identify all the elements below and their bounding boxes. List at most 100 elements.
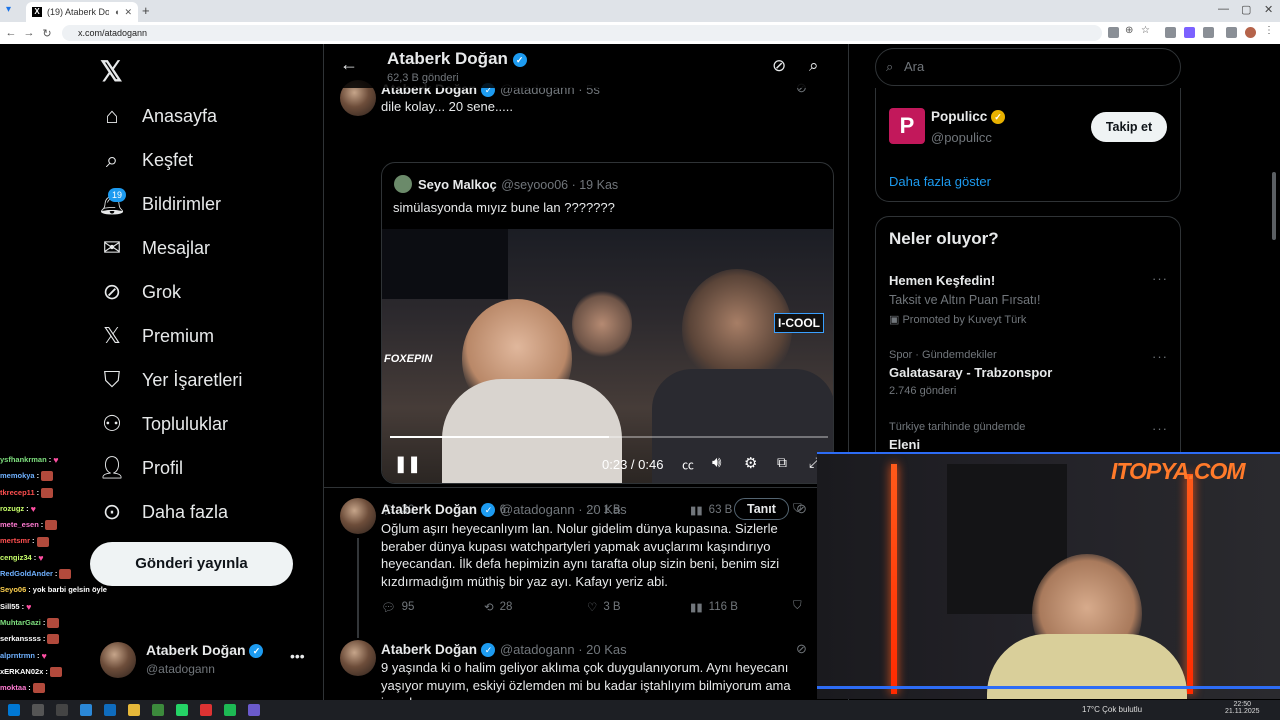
search-icon[interactable]: ⌕ (809, 56, 819, 76)
nav-item-explore[interactable]: ⌕ Keşfet (100, 147, 193, 172)
close-tab-icon[interactable]: ✕ (124, 7, 132, 18)
new-tab-button[interactable]: + (142, 3, 150, 18)
nav-item-bookmarks[interactable]: ⛉ Yer İşaretleri (100, 367, 243, 392)
chrome-icon[interactable] (152, 704, 164, 716)
browser-menu-icon[interactable]: ⋮ (1264, 25, 1275, 36)
volume-icon[interactable]: 🔊︎ (712, 454, 721, 471)
tweet-author-name[interactable]: Ataberk Doğan (381, 502, 477, 517)
trend-item-promoted[interactable]: Hemen Keşfedin! Taksit ve Altın Puan Fır… (876, 269, 1180, 329)
bookmark-button[interactable]: ⛉ (793, 600, 802, 613)
whatsapp-icon[interactable] (176, 704, 188, 716)
account-switcher[interactable]: Ataberk Doğan ✓ @atadogann ••• (100, 640, 310, 680)
trend-more-icon[interactable]: ··· (1152, 421, 1168, 436)
back-icon[interactable]: ← (2, 27, 20, 39)
browser-profile-avatar[interactable] (1245, 27, 1256, 38)
file-explorer-icon[interactable] (128, 704, 140, 716)
zoom-icon[interactable]: ⊕ (1125, 25, 1136, 36)
browser-tab-bar: ▾ X (19) Ataberk Doğan (@atad... ◖ ✕ + —… (0, 0, 1280, 22)
nav-item-premium[interactable]: 𝕏 Premium (100, 323, 214, 348)
captions-icon[interactable]: ㏄ (682, 456, 694, 473)
chat-message: moktaa: (0, 680, 110, 696)
nav-item-home[interactable]: ⌂ Anasayfa (100, 103, 217, 128)
tweet[interactable]: Ataberk Doğan ✓ @atadogann · 5s ⊘ dile k… (324, 80, 848, 517)
extension-icon-3[interactable] (1184, 27, 1195, 38)
tweet-author-name[interactable]: Ataberk Doğan (381, 642, 477, 657)
settings-gear-icon[interactable]: ⚙ (744, 454, 757, 472)
grok-explain-icon[interactable]: ⊘ (796, 641, 807, 657)
pause-icon[interactable]: ❚❚ (394, 454, 421, 474)
weather-widget[interactable]: 17°C Çok bulutlu (1082, 705, 1142, 714)
close-window-icon[interactable]: ✕ (1264, 3, 1273, 16)
chat-emote-icon: ♥ (26, 601, 32, 612)
chat-text: yok barbi gelsin öyle (32, 585, 107, 595)
reload-icon[interactable]: ↻ (38, 27, 56, 40)
start-icon[interactable] (8, 704, 20, 716)
tweet-avatar[interactable] (340, 640, 376, 676)
forward-icon[interactable]: → (20, 27, 38, 39)
video-progress-track[interactable] (390, 436, 828, 438)
task-view-icon[interactable] (56, 704, 68, 716)
like-button[interactable]: ♡ 3 B (587, 600, 621, 614)
extension-icon-2[interactable] (1165, 27, 1176, 38)
trend-more-icon[interactable]: ··· (1152, 271, 1168, 286)
grok-icon[interactable]: ⊘ (772, 56, 786, 76)
minimize-icon[interactable]: — (1218, 3, 1229, 15)
nav-label-more: Daha fazla (142, 501, 229, 522)
page-scrollbar[interactable] (1272, 172, 1276, 240)
bookmark-star-icon[interactable]: ☆ (1141, 25, 1152, 36)
sidebar-toggle-icon[interactable] (1226, 27, 1237, 38)
nav-item-grok[interactable]: ⊘ Grok (100, 279, 181, 304)
trend-meta: Türkiye tarihinde gündemde (889, 421, 1026, 433)
chat-username: tkrecep11 (0, 487, 35, 497)
trend-item[interactable]: Spor · Gündemdekiler Galatasaray - Trabz… (876, 345, 1180, 405)
post-button[interactable]: Gönderi yayınla (90, 542, 293, 586)
url-field[interactable]: x.com/atadogann (62, 25, 1102, 41)
chat-message: Sill55: ♥ (0, 599, 110, 615)
nav-item-messages[interactable]: ✉ Mesajlar (100, 235, 210, 260)
search-input[interactable]: ⌕ Ara (875, 48, 1181, 86)
tab-search-icon[interactable]: ▾ (6, 4, 11, 15)
follow-button[interactable]: Takip et (1091, 112, 1167, 142)
search-taskbar-icon[interactable] (32, 704, 44, 716)
notification-count-badge: 19 (108, 188, 126, 202)
chat-username: mertsmr (0, 536, 31, 546)
tweet[interactable]: Ataberk Doğan ✓ @atadogann · 20 Kas Tanı… (324, 498, 848, 638)
app-icon[interactable] (200, 704, 212, 716)
extension-icon[interactable] (1108, 27, 1119, 38)
chat-emote-icon (47, 618, 60, 629)
obs-icon[interactable] (248, 704, 260, 716)
clock[interactable]: 22:50 21.11.2025 (1225, 701, 1260, 715)
x-logo-icon[interactable]: 𝕏 (100, 55, 123, 88)
browser-tab[interactable]: X (19) Ataberk Doğan (@atad... ◖ ✕ (26, 2, 138, 22)
extensions-puzzle-icon[interactable] (1203, 27, 1214, 38)
chat-username: cengiz34 (0, 552, 32, 562)
nav-item-profile[interactable]: 👤︎ Profil (98, 455, 183, 480)
promote-button[interactable]: Tanıt (734, 498, 789, 520)
tweet-author-handle: @atadogann · 20 Kas (499, 502, 627, 517)
populicc-avatar[interactable]: P (889, 108, 925, 144)
grok-explain-icon[interactable]: ⊘ (796, 501, 807, 517)
chat-username: ysfhankrman (0, 455, 47, 464)
video-player[interactable]: FOXEPIN I-COOL ❚❚ 0:23 / 0:46 ㏄ 🔊︎ ⚙ ⧉ ⤢ (382, 229, 833, 483)
views-count[interactable]: ▮▮ 116 B (690, 600, 738, 614)
maximize-icon[interactable]: ▢ (1241, 3, 1251, 16)
follow-name[interactable]: Populicc ✓ (931, 109, 1006, 125)
spotify-icon[interactable] (224, 704, 236, 716)
quoted-tweet[interactable]: Seyo Malkoç @seyooo06 · 19 Kas simülasyo… (381, 162, 834, 484)
quote-author-handle: @seyooo06 · 19 Kas (501, 178, 619, 192)
trend-more-icon[interactable]: ··· (1152, 349, 1168, 364)
nav-item-communities[interactable]: ⚇ Topluluklar (100, 411, 229, 436)
mute-tab-icon[interactable]: ◖ (114, 7, 119, 17)
search-icon: ⌕ (105, 147, 119, 172)
store-icon[interactable] (104, 704, 116, 716)
edge-icon[interactable] (80, 704, 92, 716)
account-more-icon[interactable]: ••• (290, 648, 305, 664)
nav-label-communities: Topluluklar (142, 413, 229, 434)
picture-in-picture-icon[interactable]: ⧉ (777, 454, 787, 471)
tweet-avatar[interactable] (340, 498, 376, 534)
back-arrow-icon[interactable]: ← (340, 54, 358, 75)
repost-button[interactable]: ⟲ 28 (484, 600, 512, 614)
show-more-link[interactable]: Daha fazla göster (889, 174, 991, 189)
reply-button[interactable]: 💬︎ 95 (381, 600, 414, 614)
nav-item-more[interactable]: ⊙ Daha fazla (100, 499, 229, 524)
